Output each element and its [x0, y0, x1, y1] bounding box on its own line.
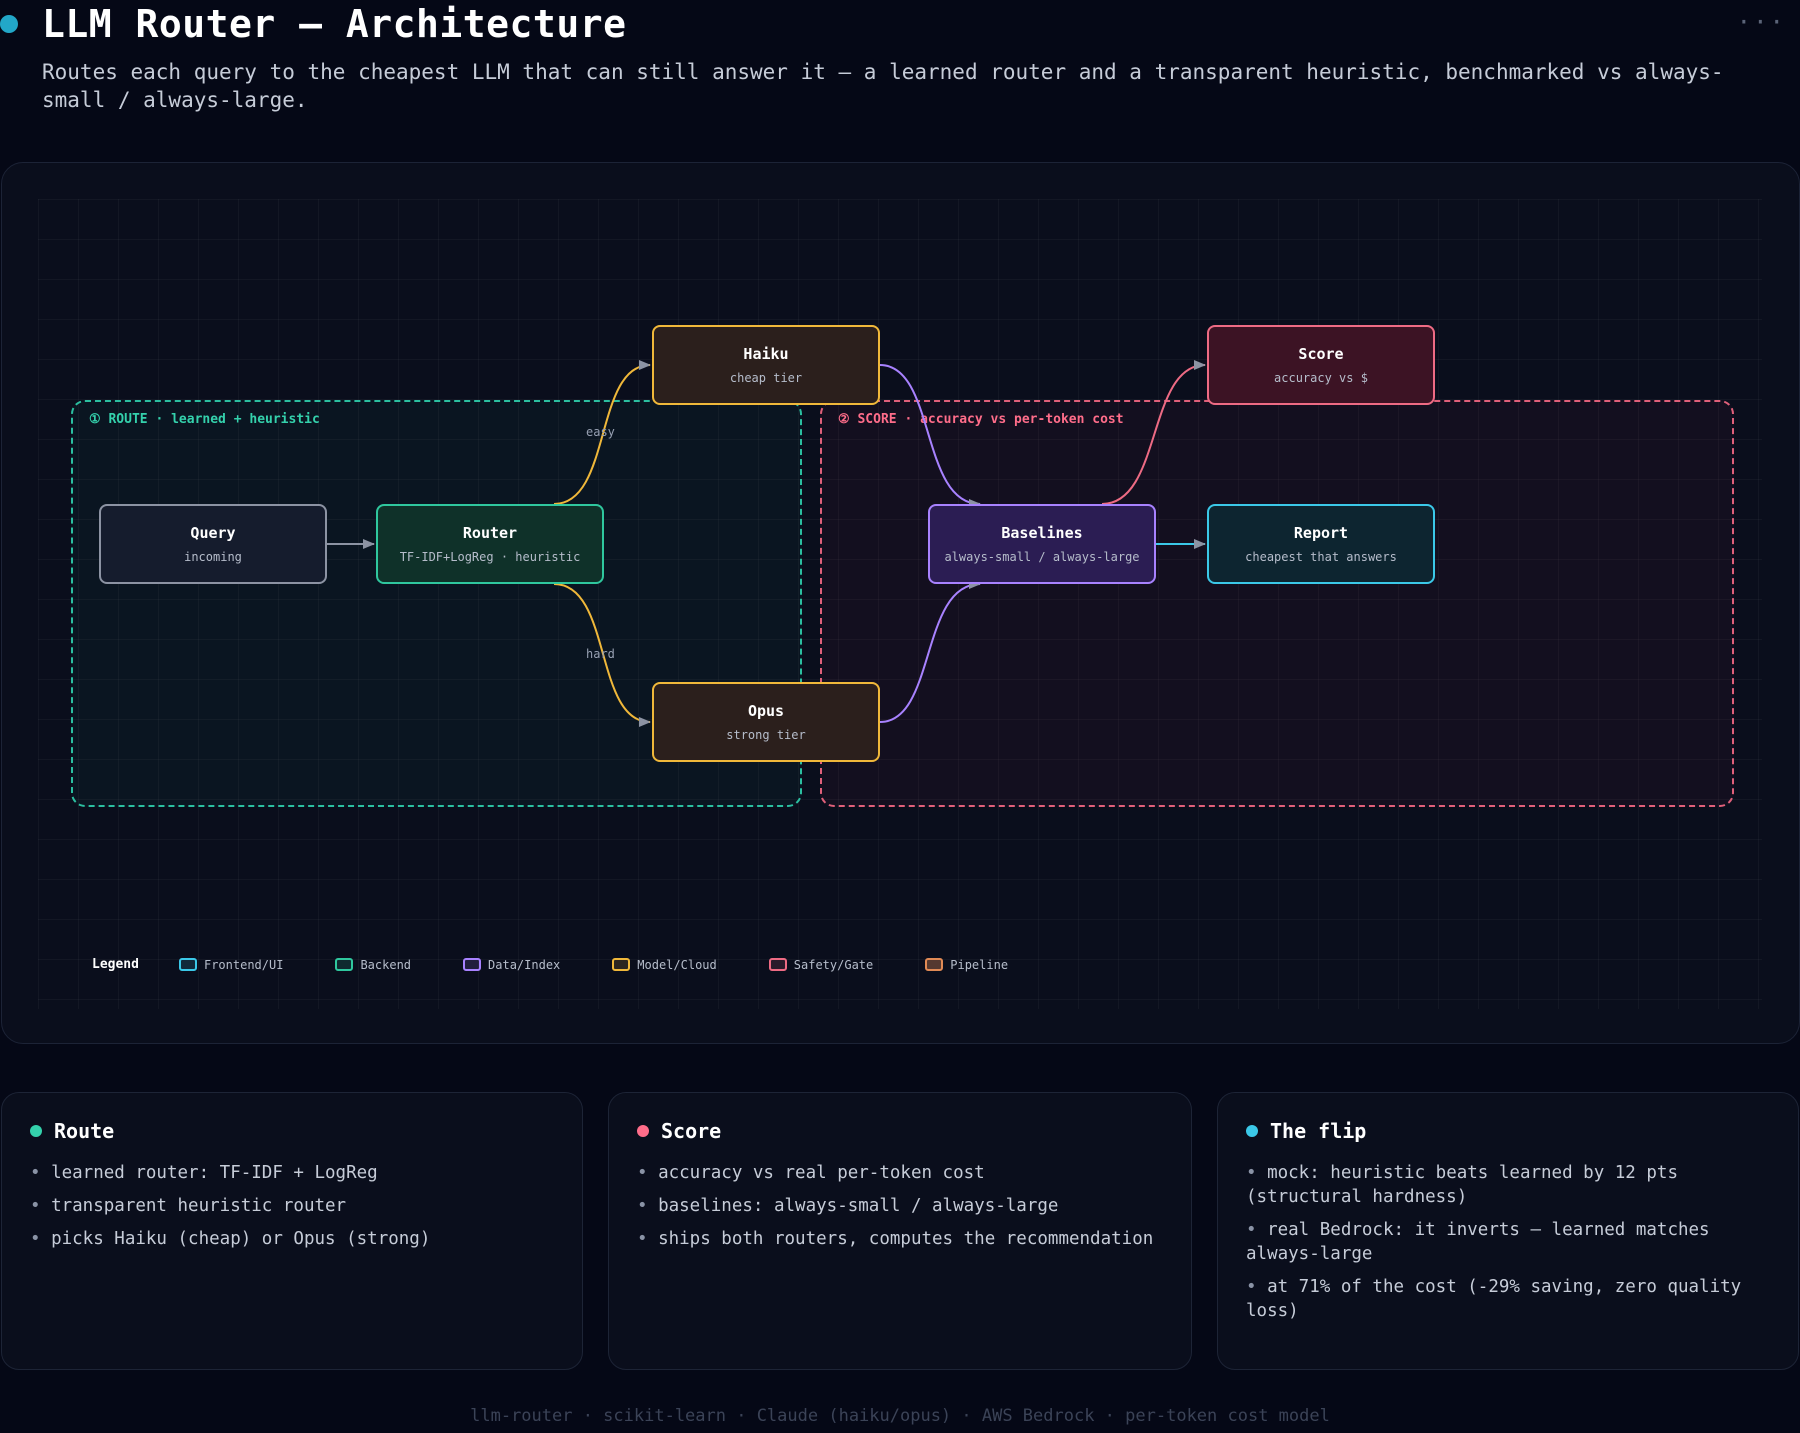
node-title: Haiku	[743, 345, 789, 363]
card-title: Route	[54, 1119, 115, 1143]
legend-item: Data/Index	[463, 958, 560, 972]
legend-item: Frontend/UI	[178, 957, 284, 972]
node-title: Router	[462, 524, 518, 542]
edge-haiku-baselines	[879, 364, 981, 509]
legend-label: Model/Cloud	[637, 957, 717, 972]
node-subtitle: cheap tier	[729, 371, 803, 385]
legend-swatch	[768, 958, 787, 971]
architecture-diagram: ① ROUTE · learned + heuristic ② SCORE · …	[1, 162, 1800, 1044]
edge-label-easy: easy	[586, 425, 615, 439]
card-dot	[30, 1125, 42, 1137]
card-list: accuracy vs real per-token cost baseline…	[637, 1161, 1163, 1251]
legend-swatch	[612, 958, 631, 971]
list-item: learned router: TF-IDF + LogReg	[30, 1161, 554, 1185]
legend: Legend Frontend/UI Backend Data/Index Mo…	[92, 957, 1060, 972]
card-the-flip: The flip mock: heuristic beats learned b…	[1217, 1092, 1799, 1370]
card-header: Route	[30, 1119, 554, 1143]
card-title: Score	[661, 1119, 722, 1143]
list-item: transparent heuristic router	[30, 1194, 554, 1218]
edge-opus-baselines	[879, 579, 981, 723]
node-subtitle: incoming	[184, 550, 242, 564]
legend-label: Frontend/UI	[203, 957, 284, 972]
card-list: mock: heuristic beats learned by 12 pts …	[1246, 1161, 1770, 1323]
page-subtitle: Routes each query to the cheapest LLM th…	[42, 60, 1724, 112]
card-title: The flip	[1270, 1119, 1367, 1143]
legend-label: Safety/Gate	[793, 957, 874, 972]
node-baselines[interactable]: Baselines always-small / always-large	[928, 504, 1156, 584]
node-report[interactable]: Report cheapest that answers	[1207, 504, 1435, 584]
edge-baselines-score	[1101, 360, 1206, 505]
node-score[interactable]: Score accuracy vs $	[1207, 325, 1435, 405]
legend-item: Pipeline	[925, 958, 1008, 972]
legend-swatch	[463, 958, 482, 971]
node-subtitle: always-small / always-large	[944, 550, 1140, 564]
card-header: Score	[637, 1119, 1163, 1143]
node-title: Query	[190, 524, 236, 542]
node-subtitle: TF-IDF+LogReg · heuristic	[399, 550, 581, 564]
node-title: Report	[1293, 524, 1349, 542]
more-options-icon[interactable]: ···	[1737, 8, 1786, 36]
status-dot	[0, 15, 18, 33]
legend-title: Legend	[92, 957, 139, 972]
legend-label: Pipeline	[950, 957, 1009, 972]
node-title: Score	[1298, 345, 1344, 363]
list-item: real Bedrock: it inverts — learned match…	[1246, 1218, 1770, 1266]
list-item: mock: heuristic beats learned by 12 pts …	[1246, 1161, 1770, 1209]
legend-item: Model/Cloud	[612, 957, 717, 972]
legend-swatch	[178, 958, 197, 971]
legend-label: Backend	[360, 957, 412, 972]
node-query[interactable]: Query incoming	[99, 504, 327, 584]
node-subtitle: strong tier	[726, 728, 806, 742]
edge-label-hard: hard	[586, 647, 615, 661]
legend-label: Data/Index	[488, 957, 561, 972]
legend-swatch	[925, 958, 944, 971]
card-header: The flip	[1246, 1119, 1770, 1143]
card-score: Score accuracy vs real per-token cost ba…	[608, 1092, 1192, 1370]
edges-layer	[327, 360, 1206, 727]
card-route: Route learned router: TF-IDF + LogReg tr…	[1, 1092, 583, 1370]
card-dot	[637, 1125, 649, 1137]
node-router[interactable]: Router TF-IDF+LogReg · heuristic	[376, 504, 604, 584]
card-list: learned router: TF-IDF + LogReg transpar…	[30, 1161, 554, 1251]
list-item: ships both routers, computes the recomme…	[637, 1227, 1163, 1251]
footer: llm-router · scikit-learn · Claude (haik…	[470, 1406, 1330, 1426]
node-title: Baselines	[1001, 524, 1083, 542]
node-subtitle: accuracy vs $	[1274, 371, 1368, 385]
legend-item: Safety/Gate	[768, 957, 874, 972]
legend-item: Backend	[335, 958, 411, 972]
node-title: Opus	[747, 702, 785, 720]
list-item: picks Haiku (cheap) or Opus (strong)	[30, 1227, 554, 1251]
card-dot	[1246, 1125, 1258, 1137]
list-item: baselines: always-small / always-large	[637, 1194, 1163, 1218]
node-subtitle: cheapest that answers	[1245, 550, 1397, 564]
list-item: accuracy vs real per-token cost	[637, 1161, 1163, 1185]
node-opus[interactable]: Opus strong tier	[652, 682, 880, 762]
node-haiku[interactable]: Haiku cheap tier	[652, 325, 880, 405]
page-title: LLM Router — Architecture	[42, 2, 627, 46]
legend-swatch	[335, 958, 354, 971]
list-item: at 71% of the cost (-29% saving, zero qu…	[1246, 1275, 1770, 1323]
